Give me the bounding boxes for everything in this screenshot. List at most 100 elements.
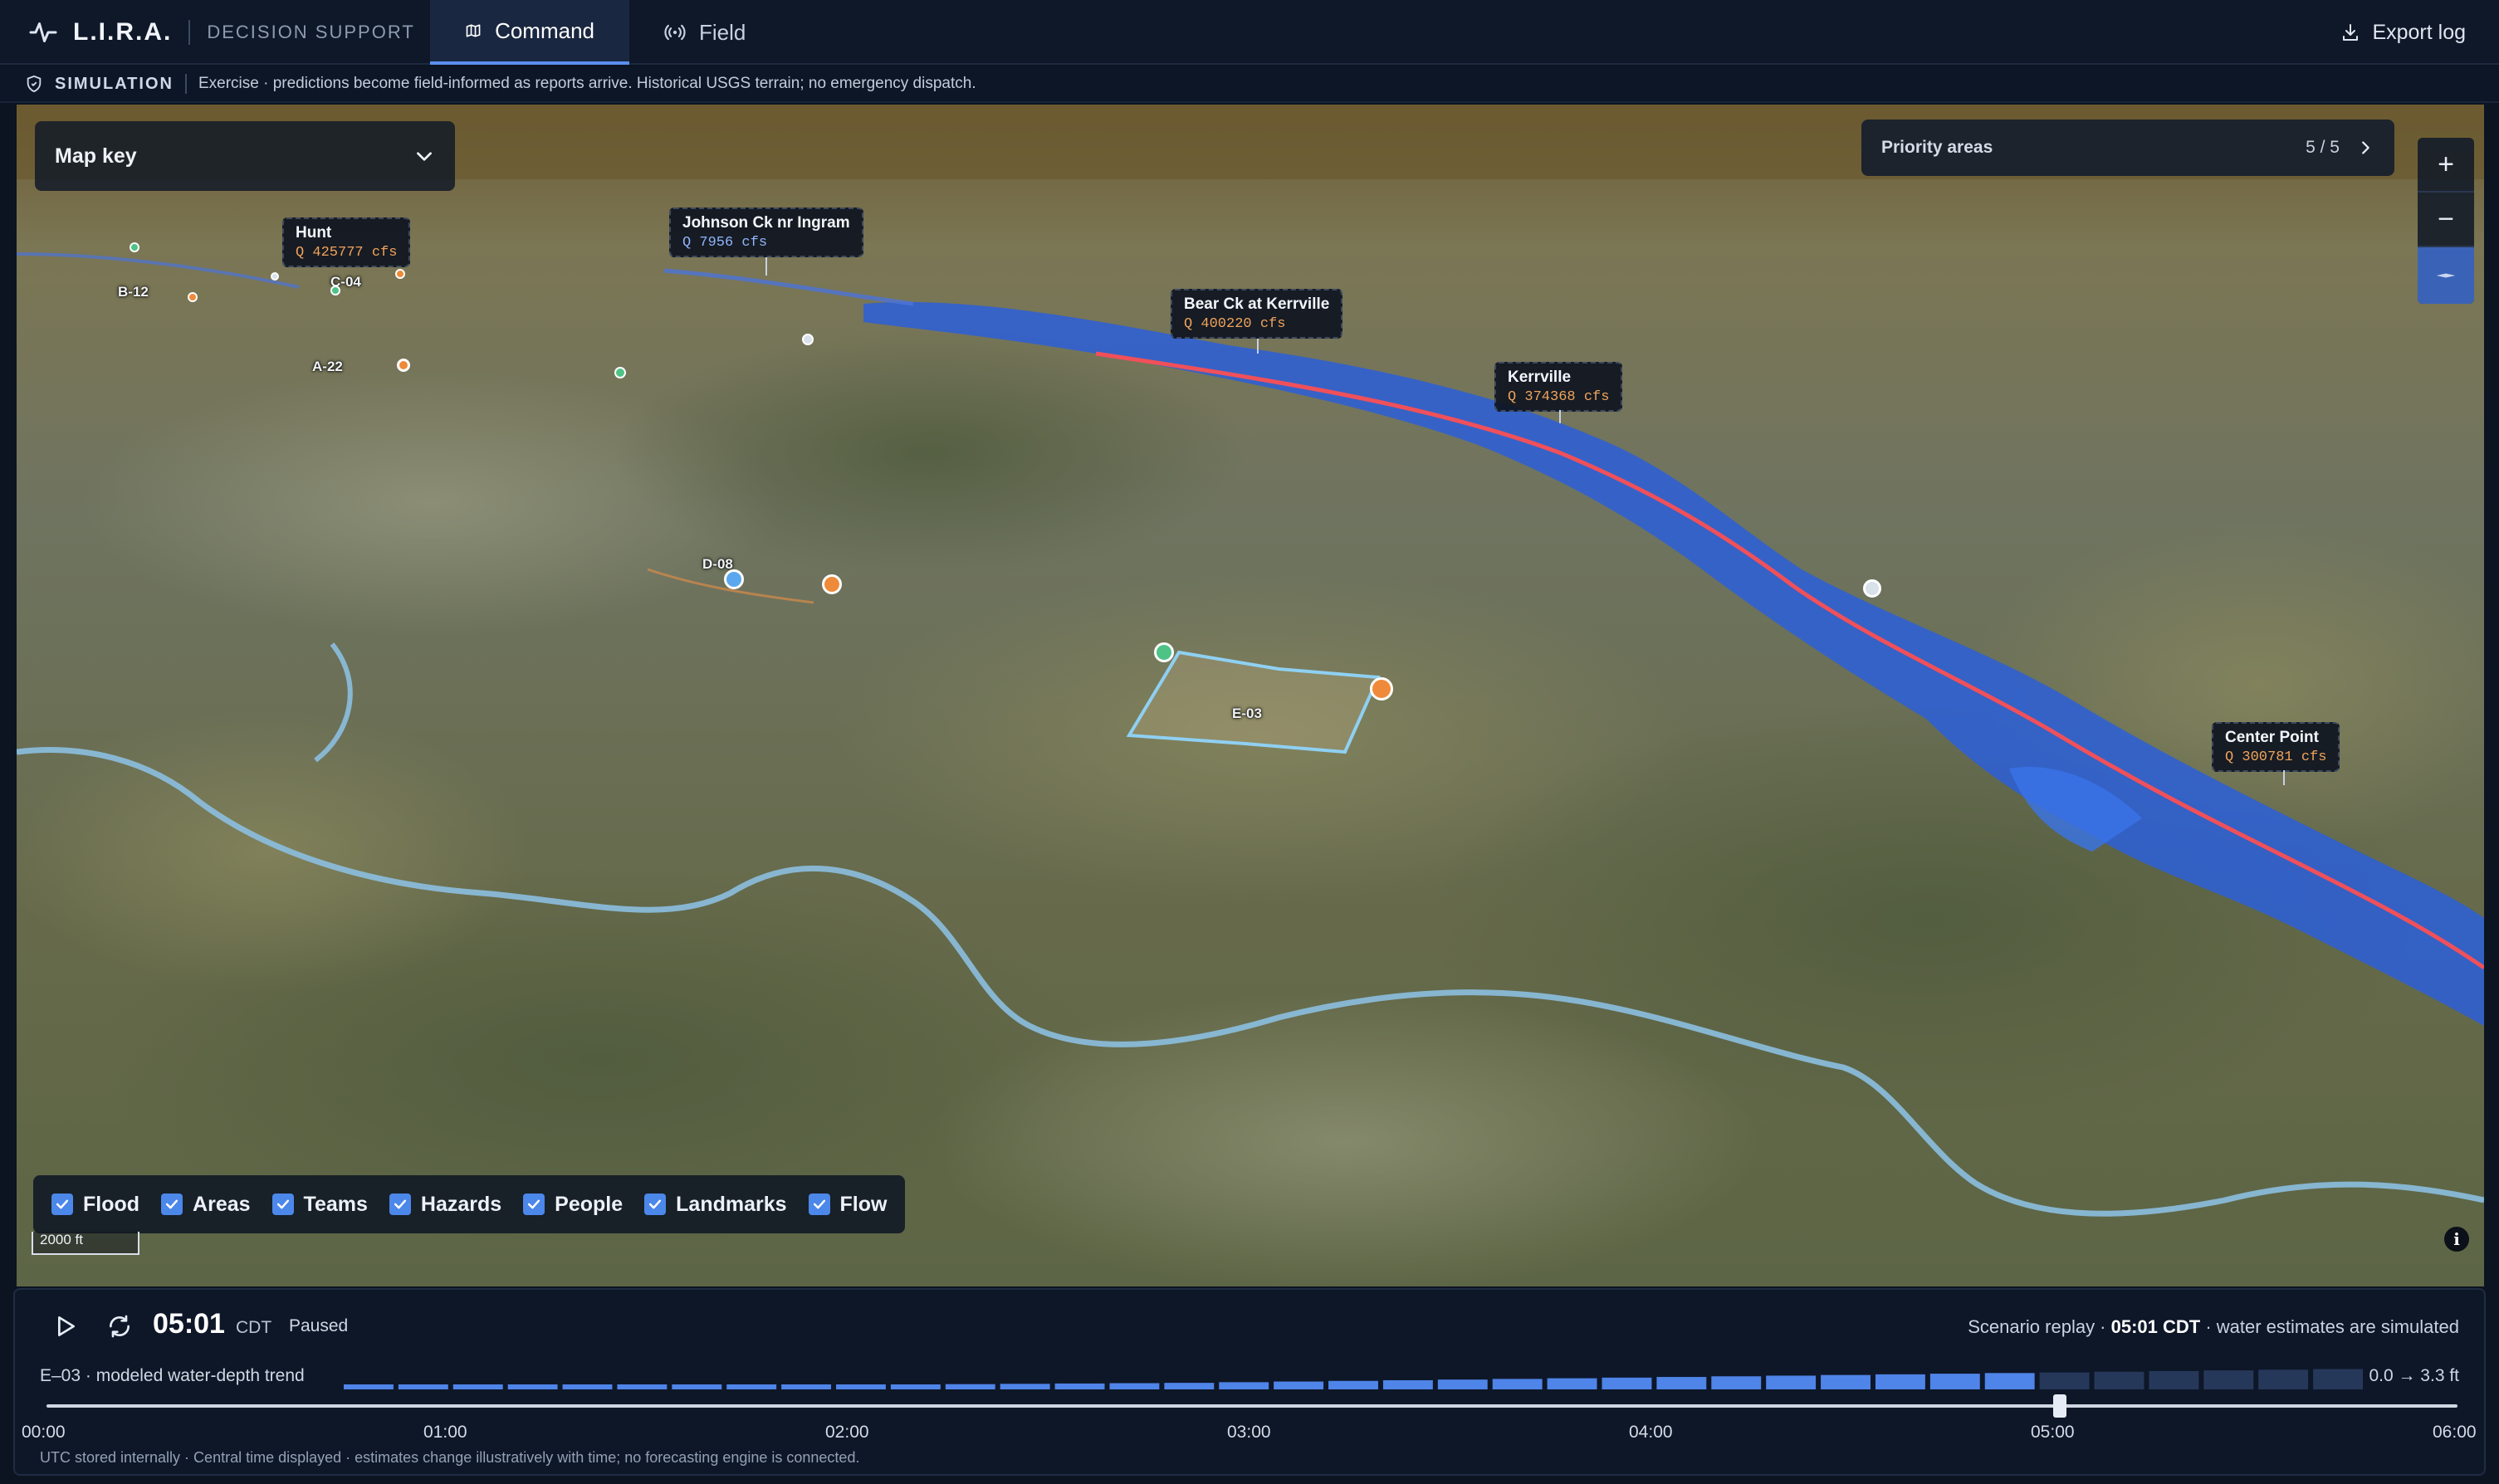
broadcast-icon [664, 24, 686, 41]
tick-label: 03:00 [1227, 1423, 1271, 1442]
tab-command[interactable]: Command [430, 0, 629, 65]
hazard-marker[interactable] [395, 269, 405, 279]
check-icon [649, 1199, 662, 1209]
brand-name: L.I.R.A. [73, 18, 173, 46]
layer-teams[interactable]: Teams [271, 1192, 368, 1217]
trend-label: E–03 · modeled water-depth trend [40, 1366, 305, 1385]
hazard-marker[interactable] [188, 292, 198, 302]
zoom-out-button[interactable]: − [2418, 193, 2474, 247]
play-icon[interactable] [51, 1313, 78, 1340]
checkbox-flood[interactable] [51, 1194, 73, 1215]
layer-toggles: Flood Areas Teams Hazards People Landmar… [33, 1175, 906, 1233]
trend-bar [344, 1384, 394, 1389]
layer-teams-label: Teams [303, 1192, 368, 1216]
check-icon [813, 1199, 825, 1209]
layer-hazards[interactable]: Hazards [389, 1193, 501, 1217]
trend-bar [1766, 1375, 1817, 1389]
gauge-hunt[interactable]: Hunt Q 425777 cfs [282, 217, 411, 267]
layer-areas[interactable]: Areas [161, 1193, 251, 1217]
timezone-label: CDT [236, 1318, 272, 1337]
replay-prefix: Scenario replay · [1968, 1316, 2111, 1337]
area-label-b12[interactable]: B-12 [118, 284, 149, 300]
scale-bar: 2000 ft [32, 1232, 139, 1255]
trend-bar [1328, 1380, 1378, 1389]
check-icon [528, 1199, 540, 1209]
checkbox-flow[interactable] [808, 1194, 830, 1215]
compass-icon [2436, 273, 2456, 278]
layer-people[interactable]: People [523, 1193, 623, 1217]
trend-bar [1054, 1383, 1105, 1389]
tick-label: 02:00 [825, 1423, 869, 1442]
timeline-slider-track[interactable] [46, 1404, 2457, 1408]
export-log-button[interactable]: Export log [2340, 0, 2466, 65]
gauge-name: Kerrville [1508, 369, 1572, 386]
info-icon[interactable]: i [2444, 1227, 2469, 1252]
brand-divider [188, 20, 191, 45]
gauge-johnson-ck[interactable]: Johnson Ck nr Ingram Q 7956 cfs [669, 207, 863, 257]
gauge-discharge: Q 400220 cfs [1184, 316, 1286, 332]
gauge-name: Johnson Ck nr Ingram [682, 214, 850, 232]
hazard-marker[interactable] [397, 359, 410, 372]
team-marker[interactable] [1154, 642, 1174, 662]
checkbox-landmarks[interactable] [644, 1194, 667, 1215]
area-label-a22[interactable]: A-22 [312, 359, 343, 375]
trend-bar [1656, 1377, 1707, 1389]
team-marker[interactable] [614, 367, 626, 378]
checkbox-teams[interactable] [271, 1194, 294, 1215]
hazard-marker[interactable] [1370, 677, 1393, 701]
hazard-marker[interactable] [822, 574, 842, 594]
gauge-kerrville[interactable]: Kerrville Q 374368 cfs [1494, 362, 1623, 412]
priority-areas-panel[interactable]: Priority areas 5 / 5 [1861, 120, 2394, 176]
layer-areas-label: Areas [193, 1192, 251, 1216]
person-marker[interactable] [724, 569, 744, 589]
chevron-right-icon[interactable] [2356, 139, 2374, 157]
tab-field[interactable]: Field [629, 0, 795, 65]
layer-flood-label: Flood [83, 1192, 140, 1216]
export-log-label: Export log [2372, 20, 2466, 44]
map-key-dropdown[interactable]: Map key [35, 121, 455, 191]
gauge-center-point[interactable]: Center Point Q 300781 cfs [2212, 722, 2340, 772]
layer-flood[interactable]: Flood [51, 1193, 139, 1217]
replay-icon[interactable] [106, 1313, 133, 1340]
tick-label: 05:00 [2031, 1423, 2075, 1442]
trend-bar [945, 1384, 995, 1389]
layer-landmarks[interactable]: Landmarks [644, 1193, 787, 1217]
gauge-name: Hunt [296, 224, 332, 242]
trend-bar [2149, 1370, 2199, 1389]
trend-bar [2094, 1371, 2144, 1389]
checkbox-areas[interactable] [161, 1194, 183, 1215]
zoom-in-button[interactable]: + [2418, 138, 2474, 193]
trend-bar [2203, 1370, 2254, 1389]
trend-bar [2039, 1372, 2090, 1389]
priority-areas-label: Priority areas [1881, 138, 1993, 157]
landmark-marker[interactable] [271, 272, 279, 281]
timeline-slider-thumb[interactable] [2052, 1394, 2066, 1418]
check-icon [276, 1199, 289, 1209]
gauge-stem [765, 257, 767, 276]
gauge-bear-ck[interactable]: Bear Ck at Kerrville Q 400220 cfs [1171, 289, 1343, 339]
check-icon [56, 1199, 69, 1209]
team-marker[interactable] [330, 286, 340, 295]
landmark-marker[interactable] [1863, 579, 1881, 598]
check-icon [394, 1199, 406, 1209]
checkbox-people[interactable] [523, 1194, 545, 1215]
area-label-e03[interactable]: E-03 [1232, 705, 1262, 722]
trend-bar [452, 1384, 503, 1389]
layer-flow[interactable]: Flow [808, 1193, 887, 1217]
map-canvas[interactable]: Map key Priority areas 5 / 5 + − Hunt Q … [17, 105, 2484, 1286]
team-marker[interactable] [130, 242, 139, 252]
trend-bar [562, 1384, 613, 1389]
tick-label: 06:00 [2433, 1423, 2477, 1442]
timeline-panel: 05:01 CDT Paused Scenario replay · 05:01… [13, 1288, 2486, 1476]
trend-bar [1109, 1383, 1160, 1389]
trend-bar [398, 1384, 448, 1389]
check-icon [165, 1199, 178, 1209]
landmark-marker[interactable] [802, 334, 814, 345]
checkbox-hazards[interactable] [389, 1194, 411, 1215]
trend-bar [1602, 1377, 1652, 1389]
compass-button[interactable] [2418, 247, 2474, 304]
map-key-label: Map key [55, 144, 137, 168]
trend-bar [617, 1384, 668, 1389]
gauge-stem [1257, 339, 1259, 354]
trend-bar [1984, 1373, 2035, 1389]
